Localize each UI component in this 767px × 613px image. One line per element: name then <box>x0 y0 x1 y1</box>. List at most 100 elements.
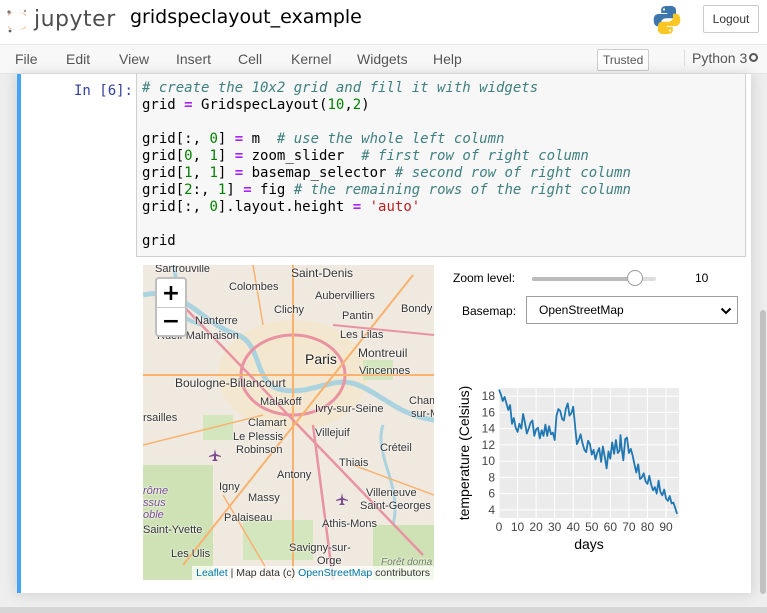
menu-widgets[interactable]: Widgets <box>357 51 408 67</box>
x-tick-label: 10 <box>511 520 525 534</box>
zoom-level-label: Zoom level: <box>453 271 516 285</box>
page-scrollbar[interactable] <box>760 310 766 594</box>
basemap-selected-value: OpenStreetMap <box>539 303 624 317</box>
place-label: Saint-Denis <box>291 266 354 280</box>
place-label: Paris <box>305 351 337 367</box>
osm-link[interactable]: OpenStreetMap <box>298 567 372 579</box>
place-label: Massy <box>248 492 280 504</box>
x-tick-label: 80 <box>641 520 655 534</box>
jupyter-logo-icon <box>7 9 27 33</box>
menu-view[interactable]: View <box>119 51 149 67</box>
x-axis-label: days <box>574 536 604 552</box>
y-tick-label: 12 <box>482 438 496 452</box>
map-zoom-in-button[interactable]: + <box>157 279 185 308</box>
place-label: rôme <box>143 485 169 497</box>
map-zoom-out-button[interactable]: − <box>157 307 185 335</box>
notebook-name[interactable]: gridspeclayout_example <box>130 6 362 28</box>
place-label: oble <box>143 509 164 521</box>
place-label: Saint-Yvette <box>143 524 203 536</box>
menu-help[interactable]: Help <box>433 51 462 67</box>
python-logo-icon <box>653 5 681 35</box>
place-label: Igny <box>219 481 240 493</box>
place-label: Villeneuve <box>366 487 417 499</box>
y-tick-label: 6 <box>488 487 495 501</box>
place-label: Robinson <box>236 444 283 456</box>
jupyter-logo[interactable]: jupyter <box>6 6 116 36</box>
chevron-down-icon <box>720 307 732 315</box>
basemap-select[interactable]: OpenStreetMap <box>526 296 738 324</box>
place-label: Pantin <box>342 310 374 322</box>
place-label: Bondy <box>401 303 433 315</box>
x-tick-label: 90 <box>659 520 673 534</box>
menu-cell[interactable]: Cell <box>238 51 262 67</box>
place-label: Les Ulis <box>171 548 211 560</box>
basemap-label: Basemap: <box>462 304 517 318</box>
kernel-idle-icon <box>749 53 758 62</box>
zoom-slider-fill <box>532 277 636 281</box>
place-label: Boulogne-Billancourt <box>175 376 286 390</box>
kernel-name[interactable]: Python 3 <box>684 50 747 66</box>
jupyter-wordmark: jupyter <box>34 7 116 32</box>
place-label: Sartrouville <box>155 265 211 275</box>
airport-icon <box>209 449 221 461</box>
zoom-value: 10 <box>695 271 709 285</box>
place-label: Vincennes <box>359 365 411 377</box>
place-label: rsailles <box>143 412 178 424</box>
code-line-7: grid[2:, 1] = fig # the remaining rows o… <box>142 182 631 198</box>
place-label: Savigny-sur- <box>289 542 351 554</box>
x-tick-label: 20 <box>529 520 543 534</box>
logout-button[interactable]: Logout <box>703 5 759 33</box>
place-label: Antony <box>277 469 312 481</box>
x-tick-label: 60 <box>604 520 618 534</box>
code-cell-editor[interactable]: # create the 10x2 grid and fill it with … <box>136 74 746 257</box>
airport-icon <box>336 493 348 505</box>
cell-prompt: In [6]: <box>73 83 133 99</box>
menu-kernel[interactable]: Kernel <box>291 51 331 67</box>
place-label: Montreuil <box>358 346 408 360</box>
code-line-1: # create the 10x2 grid and fill it with … <box>142 80 539 96</box>
menu-insert[interactable]: Insert <box>176 51 211 67</box>
place-label: Créteil <box>380 442 412 454</box>
y-tick-label: 8 <box>488 470 495 484</box>
code-line-10: grid <box>142 233 176 249</box>
y-tick-label: 10 <box>482 454 496 468</box>
zoom-slider-handle[interactable] <box>627 270 644 286</box>
place-label: Saint-Georges <box>360 500 431 512</box>
x-tick-label: 50 <box>585 520 599 534</box>
y-tick-label: 18 <box>482 389 496 403</box>
place-label: Cham <box>409 395 434 407</box>
x-tick-label: 70 <box>622 520 636 534</box>
place-label: Nanterre <box>195 315 238 327</box>
plot-area <box>499 388 679 518</box>
bottom-scroll-edge <box>0 607 767 613</box>
y-axis-label: temperature (Celsius) <box>456 386 472 521</box>
leaflet-link[interactable]: Leaflet <box>196 567 228 579</box>
map-zoom-control: + − <box>155 277 187 337</box>
y-tick-label: 14 <box>482 422 496 436</box>
code-line-8: grid[:, 0].layout.height = 'auto' <box>142 199 421 215</box>
notebook-page: In [6]: # create the 10x2 grid and fill … <box>17 74 751 593</box>
menu-edit[interactable]: Edit <box>66 51 90 67</box>
place-label: Le Plessis <box>233 431 284 443</box>
x-tick-label: 40 <box>567 520 581 534</box>
attribution-suffix: contributors <box>372 567 430 579</box>
selected-cell-indicator <box>17 74 21 593</box>
place-label: Clichy <box>274 304 304 316</box>
place-label: Colombes <box>229 281 279 293</box>
place-label: Thiais <box>339 457 369 469</box>
leaflet-map[interactable]: Sartrouville Saint-Denis Colombes Auberv… <box>143 265 434 580</box>
x-tick-label: 0 <box>496 520 503 534</box>
y-tick-label: 16 <box>482 405 496 419</box>
code-line-4: grid[:, 0] = m # use the whole left colu… <box>142 131 505 147</box>
place-label: ssus <box>143 497 166 509</box>
zoom-slider[interactable] <box>532 270 656 286</box>
trusted-badge[interactable]: Trusted <box>597 49 650 71</box>
place-label: Malakoff <box>260 396 302 408</box>
place-label: Athis-Mons <box>322 518 378 530</box>
place-label: Clamart <box>248 417 287 429</box>
y-tick-label: 4 <box>488 503 495 517</box>
code-line-2: grid = GridspecLayout(10,2) <box>142 97 370 113</box>
temperature-chart: 0 10 20 30 40 50 60 70 80 90 4 6 8 10 12 14 16 18 days temp… <box>456 386 679 552</box>
place-label: Palaiseau <box>224 512 273 524</box>
menu-file[interactable]: File <box>15 51 38 67</box>
